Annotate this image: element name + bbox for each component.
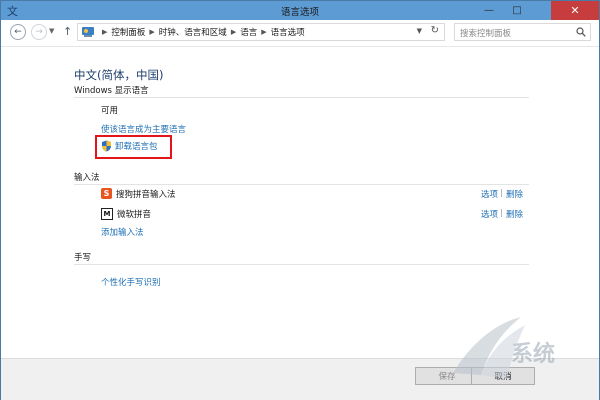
breadcrumb-control-panel[interactable]: 控制面板: [111, 26, 145, 38]
input-method-label: 输入法: [74, 173, 104, 183]
arrow-right-icon: →: [35, 27, 43, 37]
search-placeholder: 搜索控制面板: [460, 29, 512, 39]
language-options-content: 中文(简体，中国) Windows 显示语言 可用 使该语言成为主要语言 卸载语…: [1, 47, 599, 357]
minimize-button[interactable]: —: [475, 1, 503, 20]
forward-button[interactable]: →: [31, 24, 47, 40]
highlight-annotation-box: [95, 135, 172, 159]
close-icon: ✕: [570, 4, 580, 17]
handwriting-section: 手写: [74, 252, 529, 265]
link-divider: |: [500, 208, 503, 217]
link-divider: |: [500, 188, 503, 197]
search-input[interactable]: 搜索控制面板: [454, 23, 591, 41]
arrow-left-icon: ←: [14, 27, 22, 37]
microsoft-pinyin-remove-link[interactable]: 删除: [506, 208, 523, 220]
search-icon[interactable]: [576, 27, 586, 37]
make-primary-language-link[interactable]: 使该语言成为主要语言: [101, 123, 186, 135]
breadcrumb-language[interactable]: 语言: [240, 26, 257, 38]
cancel-button[interactable]: 取消: [471, 367, 535, 385]
display-language-label: Windows 显示语言: [74, 86, 153, 96]
close-button[interactable]: ✕: [551, 1, 599, 20]
sogou-icon: S: [101, 188, 112, 199]
maximize-button[interactable]: □: [503, 1, 531, 20]
breadcrumb-separator-icon: ▶: [261, 28, 267, 36]
microsoft-pinyin-icon: M: [101, 207, 113, 220]
personalize-handwriting-link[interactable]: 个性化手写识别: [101, 276, 161, 288]
breadcrumb-language-options[interactable]: 语言选项: [271, 26, 305, 38]
minimize-icon: —: [484, 5, 494, 16]
breadcrumb-clock-language-region[interactable]: 时钟、语言和区域: [159, 26, 227, 38]
sogou-options-link[interactable]: 选项: [481, 188, 498, 200]
breadcrumb-separator-icon: ▶: [230, 28, 237, 36]
display-language-section: Windows 显示语言: [74, 85, 529, 98]
maximize-icon: □: [512, 5, 522, 16]
save-button[interactable]: 保存: [415, 367, 479, 385]
control-panel-icon: [82, 27, 94, 37]
language-options-window: 文 语言选项 — □ ✕ ← → ▼ ↑ ▶ 控制面板 ▶ 时钟、语言和区域 ▶…: [0, 0, 600, 400]
handwriting-label: 手写: [74, 253, 96, 263]
availability-status: 可用: [101, 106, 119, 116]
dialog-footer: 保存 取消: [1, 358, 599, 400]
list-item-sogou-ime: S 搜狗拼音输入法: [101, 187, 176, 200]
add-input-method-link[interactable]: 添加输入法: [101, 226, 144, 238]
address-dropdown-icon[interactable]: ▼: [417, 27, 422, 35]
ime-name: 搜狗拼音输入法: [116, 189, 176, 200]
ime-name: 微软拼音: [117, 209, 152, 220]
refresh-icon[interactable]: ↻: [431, 25, 439, 36]
recent-locations-dropdown-icon[interactable]: ▼: [49, 27, 54, 35]
breadcrumb-separator-icon: ▶: [149, 28, 155, 36]
breadcrumb-separator-icon: ▶: [102, 28, 108, 36]
title-bar[interactable]: 文 语言选项 — □ ✕: [1, 1, 599, 20]
input-method-section: 输入法: [74, 172, 529, 185]
back-button[interactable]: ←: [10, 24, 26, 40]
address-bar: ← → ▼ ↑ ▶ 控制面板 ▶ 时钟、语言和区域 ▶ 语言 ▶ 语言选项 ▼ …: [1, 20, 599, 47]
list-item-microsoft-pinyin: M 微软拼音: [101, 207, 151, 220]
up-level-icon[interactable]: ↑: [63, 25, 72, 38]
language-heading: 中文(简体，中国): [74, 68, 164, 82]
microsoft-pinyin-options-link[interactable]: 选项: [481, 208, 498, 220]
sogou-remove-link[interactable]: 删除: [506, 188, 523, 200]
address-field[interactable]: ▶ 控制面板 ▶ 时钟、语言和区域 ▶ 语言 ▶ 语言选项 ▼ ↻: [77, 23, 445, 41]
